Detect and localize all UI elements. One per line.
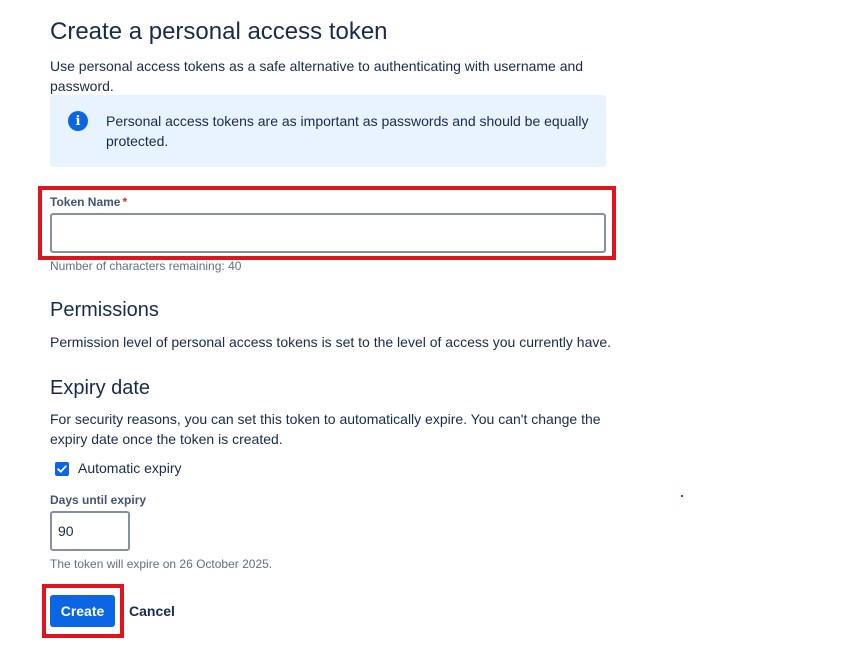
token-name-label: Token Name *: [50, 195, 128, 209]
page-intro: Use personal access tokens as a safe alt…: [50, 58, 584, 94]
expiry-date-helper: The token will expire on 26 October 2025…: [50, 557, 273, 571]
days-until-expiry-input[interactable]: [50, 511, 130, 551]
token-name-input[interactable]: [50, 213, 606, 253]
info-icon: i: [68, 111, 88, 131]
token-name-helper: Number of characters remaining: 40: [50, 259, 242, 273]
permissions-description: Permission level of personal access toke…: [50, 334, 612, 350]
create-button[interactable]: Create: [50, 595, 115, 627]
expiry-date-heading: Expiry date: [50, 377, 151, 399]
page-title: Create a personal access token: [50, 18, 388, 45]
required-marker: *: [122, 195, 128, 209]
cancel-button[interactable]: Cancel: [122, 595, 182, 627]
permissions-heading: Permissions: [50, 299, 159, 321]
expiry-date-description: For security reasons, you can set this t…: [50, 411, 601, 447]
days-until-expiry-label: Days until expiry: [50, 493, 147, 507]
info-message: i Personal access tokens are as importan…: [50, 95, 606, 167]
checkmark-icon: [57, 465, 67, 473]
automatic-expiry-checkbox[interactable]: [55, 462, 69, 476]
automatic-expiry-label[interactable]: Automatic expiry: [78, 460, 181, 476]
stray-red-mark: [681, 495, 683, 497]
create-token-page: Create a personal access token Use perso…: [0, 0, 848, 666]
info-message-text: Personal access tokens are as important …: [106, 113, 589, 149]
